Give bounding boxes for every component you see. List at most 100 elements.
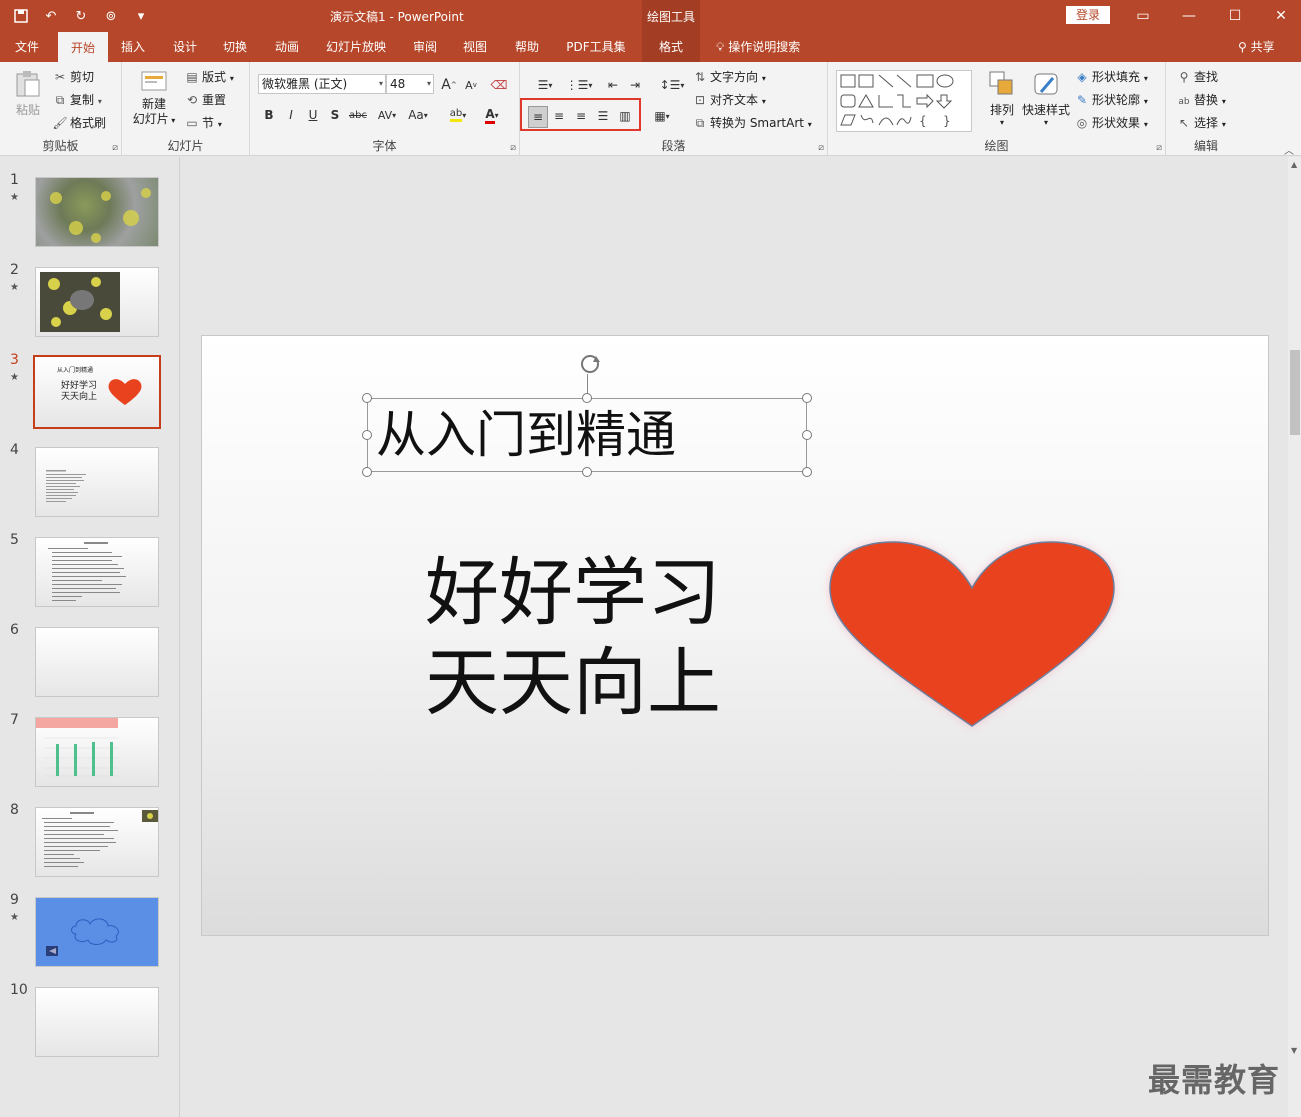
resize-handle[interactable] <box>802 430 812 440</box>
font-name-combo[interactable]: 微软雅黑 (正文) ▾ <box>258 74 386 94</box>
scrollbar-thumb[interactable] <box>1290 350 1300 435</box>
tab-help[interactable]: 帮助 <box>506 32 548 62</box>
tab-review[interactable]: 审阅 <box>404 32 446 62</box>
tab-design[interactable]: 设计 <box>164 32 206 62</box>
quick-styles-button[interactable]: 快速样式 ▾ <box>1018 70 1074 127</box>
copy-button[interactable]: ⧉ 复制 ▾ <box>52 90 102 110</box>
resize-handle[interactable] <box>582 393 592 403</box>
tab-format[interactable]: 格式 <box>642 32 700 62</box>
login-button[interactable]: 登录 <box>1066 6 1110 24</box>
tab-animations[interactable]: 动画 <box>266 32 308 62</box>
slide-thumbnail-2[interactable] <box>35 267 159 337</box>
slide-thumbnail-7[interactable] <box>35 717 159 787</box>
shape-outline-button[interactable]: ✎ 形状轮廓 ▾ <box>1074 90 1148 110</box>
dialog-launcher-icon[interactable]: ⧄ <box>112 143 118 153</box>
resize-handle[interactable] <box>362 430 372 440</box>
paste-button[interactable]: 粘贴 <box>10 68 46 118</box>
layout-button[interactable]: ▤ 版式 ▾ <box>184 67 234 87</box>
new-slide-button[interactable]: 新建 幻灯片 ▾ <box>130 68 178 128</box>
bullets-icon[interactable]: ☰ ▾ <box>530 76 560 94</box>
underline-button[interactable]: U <box>304 106 322 124</box>
select-button[interactable]: ↖ 选择 ▾ <box>1176 113 1226 133</box>
scroll-up-icon[interactable]: ▲ <box>1291 160 1297 169</box>
slide-thumbnail-9[interactable] <box>35 897 159 967</box>
heart-shape[interactable] <box>818 532 1126 738</box>
grow-font-icon[interactable]: A ^ <box>440 76 458 94</box>
tab-insert[interactable]: 插入 <box>112 32 154 62</box>
slide-number-2: 2 <box>10 262 19 278</box>
share-button[interactable]: ⚲ 共享 <box>1238 32 1275 62</box>
tab-home[interactable]: 开始 <box>58 32 108 62</box>
slide-thumbnail-6[interactable] <box>35 627 159 697</box>
tab-pdf-tools[interactable]: PDF工具集 <box>558 32 634 62</box>
slide-title[interactable]: 从入门到精通 <box>376 403 676 467</box>
slide-body-text[interactable]: 好好学习 天天向上 <box>425 548 721 728</box>
resize-handle[interactable] <box>802 393 812 403</box>
increase-indent-icon[interactable]: ⇥ <box>626 76 644 94</box>
format-painter-button[interactable]: 🖌︎ 格式刷 <box>52 113 106 133</box>
slide-thumbnail-3[interactable]: 从入门到精通 好好学习 天天向上 <box>33 355 161 429</box>
arrange-button[interactable]: 排列 ▾ <box>984 70 1020 127</box>
slide-thumbnail-4[interactable] <box>35 447 159 517</box>
text-direction-icon: ⇅ <box>694 70 706 84</box>
tab-slideshow[interactable]: 幻灯片放映 <box>318 32 394 62</box>
tell-me-search[interactable]: 💡︎ 操作说明搜索 <box>716 32 800 62</box>
shapes-gallery[interactable]: {} <box>836 70 972 132</box>
italic-button[interactable]: I <box>282 106 300 124</box>
arrange-label: 排列 <box>989 103 1014 117</box>
font-size-combo[interactable]: 48 ▾ <box>386 74 434 94</box>
slide-thumbnail-10[interactable] <box>35 987 159 1057</box>
bold-button[interactable]: B <box>260 106 278 124</box>
replace-button[interactable]: ab 替换 ▾ <box>1176 90 1225 110</box>
tab-transitions[interactable]: 切换 <box>214 32 256 62</box>
tab-view[interactable]: 视图 <box>454 32 496 62</box>
maximize-icon[interactable]: ☐ <box>1212 0 1258 32</box>
columns-icon[interactable]: ▦ ▾ <box>648 107 676 125</box>
vertical-scrollbar[interactable] <box>1288 157 1301 1117</box>
slide-thumbnail-1[interactable] <box>35 177 159 247</box>
dialog-launcher-icon[interactable]: ⧄ <box>510 143 516 153</box>
change-case-button[interactable]: Aa ▾ <box>402 106 434 124</box>
customize-qat-icon[interactable]: ▾ <box>128 4 154 28</box>
shape-effects-button[interactable]: ◎ 形状效果 ▾ <box>1074 113 1148 133</box>
align-text-button[interactable]: ⊡ 对齐文本 ▾ <box>692 90 766 110</box>
resize-handle[interactable] <box>362 467 372 477</box>
numbering-icon[interactable]: ⋮☰ ▾ <box>564 76 594 94</box>
shape-fill-button[interactable]: ◈ 形状填充 ▾ <box>1074 67 1147 87</box>
undo-icon[interactable]: ↶ <box>38 4 64 28</box>
highlight-color-button[interactable]: ab ▾ <box>444 106 472 124</box>
cut-button[interactable]: ✂ 剪切 <box>52 67 94 87</box>
scroll-down-icon[interactable]: ▼ <box>1291 1046 1297 1055</box>
find-button[interactable]: ⚲ 查找 <box>1176 67 1218 87</box>
collapse-ribbon-icon[interactable]: ︿ <box>1284 142 1294 157</box>
character-spacing-button[interactable]: AV ▾ <box>372 106 402 124</box>
slide-thumbnail-8[interactable] <box>35 807 159 877</box>
powerpoint-window: ↶ ↻ ⊚ ▾ 演示文稿1 - PowerPoint 绘图工具 登录 ▭ — ☐… <box>0 0 1301 1117</box>
rotate-handle-icon[interactable] <box>578 352 602 376</box>
section-button[interactable]: ▭ 节 ▾ <box>184 113 222 133</box>
resize-handle[interactable] <box>582 467 592 477</box>
resize-handle[interactable] <box>802 467 812 477</box>
line-spacing-icon[interactable]: ↕☰ ▾ <box>658 76 686 94</box>
text-shadow-button[interactable]: S <box>326 106 344 124</box>
redo-icon[interactable]: ↻ <box>68 4 94 28</box>
shrink-font-icon[interactable]: Av <box>462 76 480 94</box>
clear-formatting-icon[interactable]: ⌫ <box>490 76 508 94</box>
text-direction-button[interactable]: ⇅ 文字方向 ▾ <box>692 67 766 87</box>
save-icon[interactable] <box>8 4 34 28</box>
tab-file[interactable]: 文件 <box>4 32 50 62</box>
slide-thumbnail-5[interactable] <box>35 537 159 607</box>
font-color-button[interactable]: A ▾ <box>478 106 506 124</box>
minimize-icon[interactable]: — <box>1166 0 1212 32</box>
dialog-launcher-icon[interactable]: ⧄ <box>818 143 824 153</box>
dialog-launcher-icon[interactable]: ⧄ <box>1156 143 1162 153</box>
reset-button[interactable]: ⟲ 重置 <box>184 90 226 110</box>
close-icon[interactable]: ✕ <box>1258 0 1301 32</box>
strikethrough-button[interactable]: abc <box>346 106 370 124</box>
resize-handle[interactable] <box>362 393 372 403</box>
convert-smartart-button[interactable]: ⧉ 转换为 SmartArt ▾ <box>692 113 812 133</box>
decrease-indent-icon[interactable]: ⇤ <box>604 76 622 94</box>
start-slideshow-icon[interactable]: ⊚ <box>98 4 124 28</box>
ribbon-display-options-icon[interactable]: ▭ <box>1120 0 1166 32</box>
font-size-value: 48 <box>390 77 406 91</box>
